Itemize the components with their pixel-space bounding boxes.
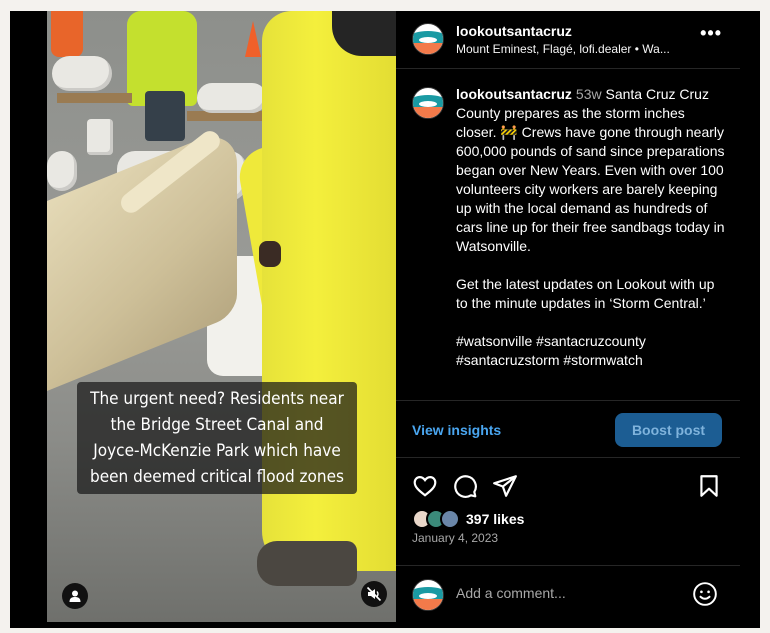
- caption-hashtags[interactable]: #watsonville #santacruzcounty #santacruz…: [456, 332, 726, 370]
- comment-bar: Add a comment...: [396, 565, 740, 622]
- mute-toggle-button[interactable]: [361, 581, 387, 607]
- insights-bar: View insights Boost post: [396, 400, 740, 458]
- post-caption: lookoutsantacruz 53w Santa Cruz Cruz Coun…: [456, 85, 726, 370]
- likes-row[interactable]: 397 likes: [412, 508, 524, 530]
- post-date[interactable]: January 4, 2023: [412, 531, 498, 545]
- pallet: [57, 93, 132, 103]
- work-boot: [257, 541, 357, 586]
- smiley-icon[interactable]: [692, 581, 718, 607]
- boost-post-button[interactable]: Boost post: [615, 413, 722, 447]
- comment-avatar: [412, 579, 444, 611]
- header-username[interactable]: lookoutsantacruz: [456, 23, 572, 39]
- caption-text: Santa Cruz Cruz County prepares as the s…: [456, 86, 725, 254]
- likes-count[interactable]: 397 likes: [466, 511, 524, 527]
- muted-speaker-icon: [366, 586, 382, 602]
- sandbag-pile: [197, 83, 267, 113]
- bookmark-icon[interactable]: [696, 473, 722, 499]
- worker-green-legs: [145, 91, 185, 141]
- comment-input[interactable]: Add a comment...: [456, 585, 566, 601]
- sandbag-pile: [52, 56, 112, 91]
- action-bar: [396, 473, 740, 503]
- caption-text-2: Get the latest updates on Lookout with u…: [456, 276, 715, 311]
- gloved-hand: [259, 241, 281, 267]
- tagged-users-button[interactable]: [62, 583, 88, 609]
- paper-plane-icon[interactable]: [492, 473, 518, 499]
- sandbag: [87, 119, 113, 155]
- post-details-panel: lookoutsantacruz Mount Eminest, Flagé, l…: [396, 11, 740, 622]
- user-tag-icon: [69, 590, 81, 602]
- more-dots-icon: •••: [700, 23, 722, 43]
- sandbag: [47, 151, 77, 191]
- traffic-cone: [245, 21, 261, 57]
- more-options-button[interactable]: •••: [700, 23, 722, 44]
- heart-icon[interactable]: [412, 473, 438, 499]
- post-time-ago[interactable]: 53w: [576, 86, 602, 102]
- video-frame: [47, 11, 396, 622]
- post-modal: The urgent need? Residents near the Brid…: [10, 11, 760, 628]
- worker-orange: [51, 11, 83, 57]
- video-caption: The urgent need? Residents near the Brid…: [77, 382, 357, 494]
- post-video[interactable]: The urgent need? Residents near the Brid…: [47, 11, 396, 622]
- liker-avatar: [440, 509, 460, 529]
- view-insights-link[interactable]: View insights: [412, 422, 501, 438]
- post-header: lookoutsantacruz Mount Eminest, Flagé, l…: [396, 11, 740, 69]
- avatar[interactable]: [412, 23, 444, 55]
- caption-username[interactable]: lookoutsantacruz: [456, 86, 572, 102]
- caption-avatar[interactable]: [412, 87, 444, 119]
- header-audio-location[interactable]: Mount Eminest, Flagé, lofi.dealer • Wa..…: [456, 42, 670, 56]
- comment-bubble-icon[interactable]: [452, 473, 478, 499]
